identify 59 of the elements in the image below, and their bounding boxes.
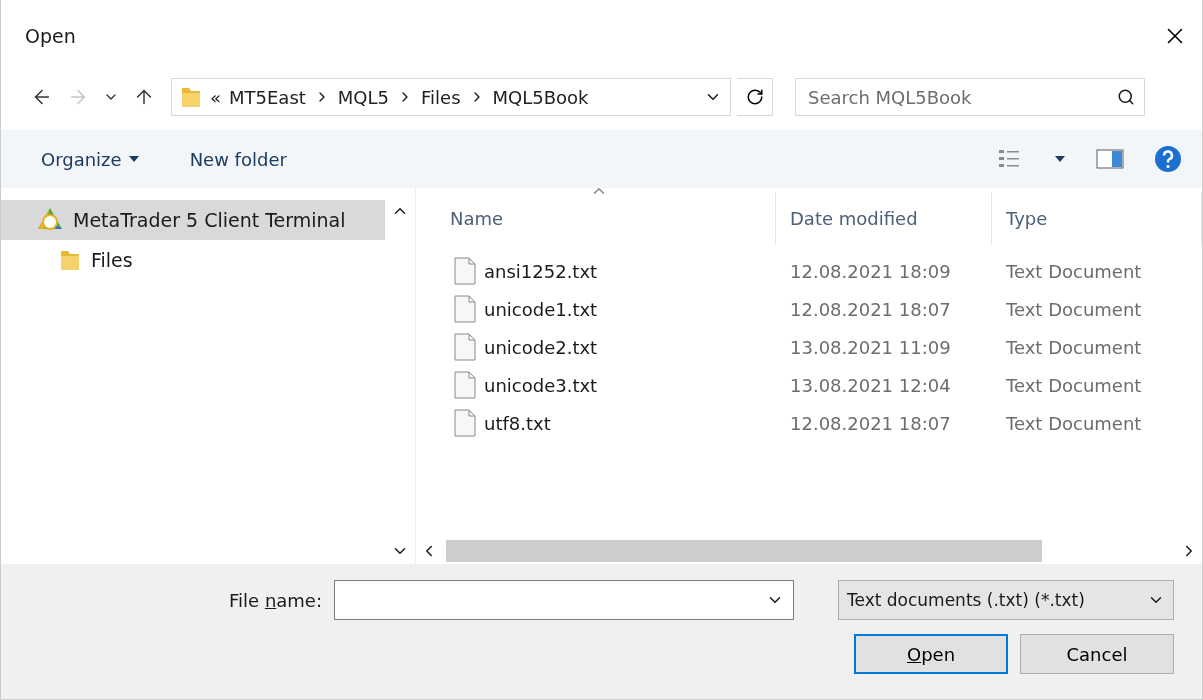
- scrollbar-thumb[interactable]: [446, 540, 1042, 562]
- file-name: ansi1252.txt: [484, 260, 598, 282]
- caret-icon: [127, 155, 140, 163]
- new-folder-button[interactable]: New folder: [179, 142, 297, 176]
- overflow-mark[interactable]: «: [210, 86, 221, 108]
- file-row[interactable]: unicode3.txt 13.08.2021 12:04 Text Document: [416, 366, 1202, 404]
- app-logo-icon: [37, 207, 63, 233]
- date-cell-text: 13.08.2021 11:09: [789, 336, 952, 358]
- window-title: Open: [25, 25, 76, 47]
- folder-icon: [59, 248, 81, 272]
- type-cell-text: Text Document: [1005, 336, 1143, 358]
- file-name: utf8.txt: [484, 412, 551, 434]
- column-header[interactable]: Type: [992, 192, 1202, 244]
- file-name-field[interactable]: [334, 580, 794, 620]
- document-icon: [454, 409, 476, 437]
- search-field[interactable]: Search MQL5Book: [795, 78, 1145, 116]
- type-cell-text: Text Document: [1005, 260, 1143, 282]
- file-name: unicode2.txt: [484, 336, 598, 358]
- caret-icon[interactable]: [1054, 155, 1066, 163]
- help-icon[interactable]: [1154, 145, 1182, 173]
- date-cell-text: 13.08.2021 12:04: [789, 374, 952, 396]
- file-name: unicode1.txt: [484, 298, 598, 320]
- type-cell-text: Text Document: [1005, 298, 1143, 320]
- search-icon: [1117, 88, 1135, 106]
- date-cell-text: 12.08.2021 18:07: [789, 412, 952, 434]
- address-bar[interactable]: « MT5East MQL5 Files MQL5Book: [171, 78, 731, 116]
- file-row[interactable]: unicode2.txt 13.08.2021 11:09 Text Document: [416, 328, 1202, 366]
- document-icon: [454, 333, 476, 361]
- breadcrumb-item[interactable]: MT5East: [229, 86, 306, 108]
- refresh-button[interactable]: [737, 78, 773, 116]
- breadcrumb-item[interactable]: Files: [421, 86, 461, 108]
- breadcrumb-item[interactable]: MQL5Book: [492, 86, 589, 108]
- nav-item-label: MetaTrader 5 Client Terminal: [73, 209, 346, 231]
- document-icon: [454, 295, 476, 323]
- date-cell-text: 12.08.2021 18:09: [789, 260, 952, 282]
- file-name-label: File name:: [229, 589, 322, 611]
- refresh-icon: [745, 88, 764, 106]
- file-type-value: Text documents (.txt) (*.txt): [847, 590, 1085, 610]
- nav-item[interactable]: MetaTrader 5 Client Terminal: [1, 200, 385, 240]
- nav-item-label: Files: [91, 249, 133, 271]
- file-row[interactable]: ansi1252.txt 12.08.2021 18:09 Text Document: [416, 252, 1202, 290]
- file-name: unicode3.txt: [484, 374, 598, 396]
- dialog-button[interactable]: Open: [854, 634, 1008, 674]
- column-header[interactable]: Date modified: [776, 192, 992, 244]
- column-header[interactable]: Name: [416, 192, 776, 244]
- preview-pane-icon[interactable]: [1096, 149, 1124, 169]
- nav-item[interactable]: Files: [1, 240, 385, 280]
- folder-icon: [180, 85, 202, 109]
- organize-button[interactable]: Organize: [31, 142, 150, 176]
- type-cell-text: Text Document: [1005, 374, 1143, 396]
- type-cell-text: Text Document: [1005, 412, 1143, 434]
- breadcrumb-item[interactable]: MQL5: [337, 86, 390, 108]
- file-type-dropdown[interactable]: Text documents (.txt) (*.txt): [838, 580, 1174, 620]
- date-cell-text: 12.08.2021 18:07: [789, 298, 952, 320]
- document-icon: [454, 371, 476, 399]
- document-icon: [454, 257, 476, 285]
- file-row[interactable]: unicode1.txt 12.08.2021 18:07 Text Document: [416, 290, 1202, 328]
- file-row[interactable]: utf8.txt 12.08.2021 18:07 Text Document: [416, 404, 1202, 442]
- dialog-button[interactable]: Cancel: [1020, 634, 1174, 674]
